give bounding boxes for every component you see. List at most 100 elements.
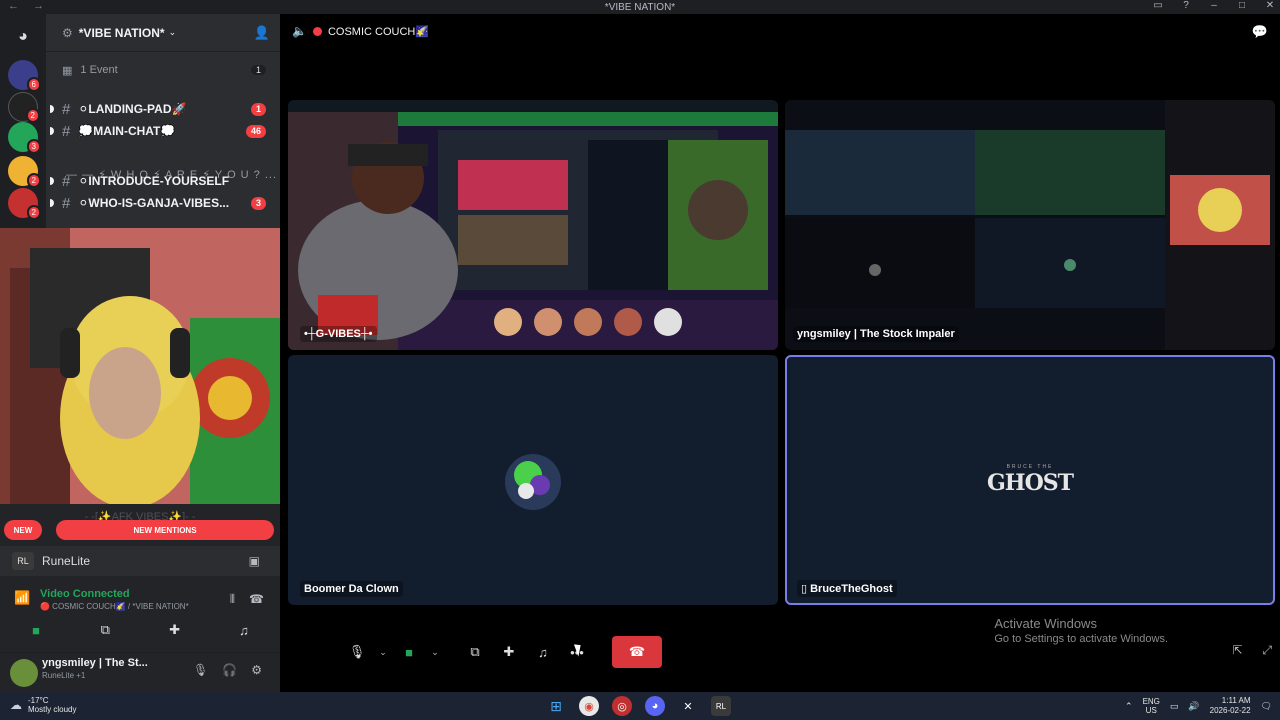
chrome-icon[interactable]: ◉ xyxy=(579,696,599,716)
volume-icon[interactable]: 🔊 xyxy=(1188,701,1199,712)
windows-taskbar: ☁ -17°C Mostly cloudy ⊞ ◉ ◎ ◕ ✕ RL ⌃ ENG… xyxy=(0,692,1280,720)
app-icon-red[interactable]: ◎ xyxy=(612,696,632,716)
channel-who-is-ganja-vibes[interactable]: # ⚪WHO-IS-GANJA-VIBES... 3 xyxy=(46,192,280,214)
soundboard-icon[interactable]: ♫ xyxy=(216,618,272,642)
server-icon-5[interactable]: 2 xyxy=(8,188,41,220)
microphone-icon[interactable]: 🎙 xyxy=(340,636,374,668)
mobile-icon: ▯ xyxy=(801,583,811,595)
participant-tile-bruce[interactable]: BRUCE THE GHOST ▯ BruceTheGhost xyxy=(785,355,1275,605)
channel-introduce-yourself[interactable]: # ⚪INTRODUCE-YOURSELF xyxy=(46,170,280,192)
voice-channel-path[interactable]: 🔴 COSMIC COUCH🌠 / *VIBE NATION* xyxy=(40,602,189,611)
notification-icon[interactable]: 🗨 xyxy=(1261,701,1272,712)
weather-widget[interactable]: ☁ -17°C Mostly cloudy xyxy=(10,696,76,714)
threads-icon[interactable]: 💬 xyxy=(1252,24,1268,40)
taskbar-apps: ⊞ ◉ ◎ ◕ ✕ RL xyxy=(546,696,731,716)
popout-icon[interactable]: ⇱ xyxy=(1232,643,1242,658)
mention-badge: 1 xyxy=(250,102,266,116)
screen-share-icon[interactable]: ⧉ xyxy=(458,636,492,668)
unread-indicator xyxy=(50,199,54,207)
discord-home-icon[interactable]: ◕ xyxy=(8,22,38,52)
server-rail: ◕ 6 2 3 2 2 xyxy=(0,14,46,228)
hash-icon: # xyxy=(62,194,71,212)
channel-name: ⚪INTRODUCE-YOURSELF xyxy=(78,174,230,188)
voice-status[interactable]: Video Connected xyxy=(40,588,130,600)
avatar[interactable] xyxy=(10,659,38,687)
speaker-icon: 🔈 xyxy=(292,24,307,38)
activation-line-1: Activate Windows xyxy=(994,616,1097,631)
disconnect-button[interactable]: ☎ xyxy=(612,636,662,668)
camera-icon[interactable]: ■ xyxy=(392,636,426,668)
user-panel: yngsmiley | The St... RuneLite +1 🎙 🎧 ⚙ xyxy=(0,652,280,692)
windows-start-icon[interactable]: ⊞ xyxy=(546,696,566,716)
calendar-icon: ▦ xyxy=(62,64,73,77)
stream-icon[interactable]: ▣ xyxy=(249,554,260,568)
discord-taskbar-icon[interactable]: ◕ xyxy=(645,696,665,716)
server-badge: 6 xyxy=(26,77,41,92)
server-icon-3[interactable]: 3 xyxy=(8,122,41,154)
activities-icon[interactable]: ✚ xyxy=(147,618,203,642)
user-name[interactable]: yngsmiley | The St... xyxy=(42,657,148,669)
new-unreads-pill[interactable]: NEW xyxy=(4,520,42,540)
call-controls: 🎙 ⌄ ■ ⌄ ⧉ ✚ ♫ ••• ☎ xyxy=(340,636,662,668)
noise-suppression-icon[interactable]: ⦀ xyxy=(230,592,235,607)
events-row[interactable]: ▦ 1 Event 1 xyxy=(46,60,280,80)
runelite-icon: RL xyxy=(12,552,34,570)
headphones-icon[interactable]: 🎧 xyxy=(222,663,237,677)
server-icon-4[interactable]: 2 xyxy=(8,156,41,188)
live-dot-icon xyxy=(312,26,322,36)
inbox-icon[interactable]: ▭ xyxy=(1152,0,1164,11)
hash-icon: # xyxy=(62,100,71,118)
system-tray: ⌃ ENG US ▭ 🔊 1:11 AM 2026-02-22 🗨 xyxy=(1125,696,1272,716)
server-header[interactable]: ⚙ *VIBE NATION* ⌄ 👤 xyxy=(46,14,280,52)
x-app-icon[interactable]: ✕ xyxy=(678,696,698,716)
new-mentions-pill[interactable]: NEW MENTIONS xyxy=(56,520,274,540)
voice-panel-actions: ⦀ ☎ xyxy=(230,592,264,607)
activation-line-2: Go to Settings to activate Windows. xyxy=(994,633,1168,645)
user-controls: 🎙 🎧 ⚙ xyxy=(193,663,262,677)
activities-icon[interactable]: ✚ xyxy=(492,636,526,668)
chevron-up-icon[interactable]: ⌃ xyxy=(1125,701,1133,712)
invite-people-icon[interactable]: 👤 xyxy=(254,25,270,41)
soundboard-icon[interactable]: ♫ xyxy=(526,636,560,668)
channel-main-chat[interactable]: # 💭MAIN-CHAT💭 46 xyxy=(46,120,280,142)
fullscreen-icon[interactable]: ⤢ xyxy=(1262,643,1272,658)
server-icon-2[interactable]: 2 xyxy=(8,92,40,123)
server-badge: 3 xyxy=(26,139,41,154)
clock[interactable]: 1:11 AM 2026-02-22 xyxy=(1210,696,1251,716)
unread-indicator xyxy=(50,105,54,113)
disconnect-icon[interactable]: ☎ xyxy=(249,592,264,607)
stream-tile-g-vibes[interactable]: •┼G-VIBES┼• xyxy=(288,100,778,350)
mic-group: 🎙 ⌄ xyxy=(340,636,392,668)
help-icon[interactable]: ? xyxy=(1180,0,1192,11)
stage-header: 🔈 COSMIC COUCH🌠 xyxy=(292,24,429,38)
stream-tile-stock-impaler[interactable]: yngsmiley | The Stock Impaler xyxy=(785,100,1275,350)
language-indicator[interactable]: ENG US xyxy=(1143,697,1160,715)
voice-stage: 🔈 COSMIC COUCH🌠 💬 •┼G-VIBES┼• yngsmiley … xyxy=(280,14,1280,692)
hash-icon: # xyxy=(62,122,71,140)
close-icon[interactable]: ✕ xyxy=(1264,0,1276,11)
settings-gear-icon[interactable]: ⚙ xyxy=(251,663,262,677)
participant-name: Boomer Da Clown xyxy=(300,581,403,597)
chevron-down-icon[interactable]: ⌄ xyxy=(374,636,392,668)
ghost-logo-text: GHOST xyxy=(987,470,1074,496)
video-icon[interactable]: ■ xyxy=(8,618,64,642)
channel-name: 💭MAIN-CHAT💭 xyxy=(78,124,176,138)
screen-share-icon[interactable]: ⧉ xyxy=(77,618,133,642)
webcam-feed-image xyxy=(0,228,282,504)
events-label: 1 Event xyxy=(80,64,118,76)
channel-landing-pad[interactable]: # ⚪LANDING-PAD🚀 1 xyxy=(46,98,280,120)
maximize-icon[interactable]: □ xyxy=(1236,0,1248,11)
window-controls: ▭ ? – □ ✕ xyxy=(1152,0,1276,11)
signal-icon[interactable]: 📶 xyxy=(14,590,30,606)
minimize-icon[interactable]: – xyxy=(1208,0,1220,11)
activity-row[interactable]: RL RuneLite ▣ xyxy=(0,546,280,576)
runelite-taskbar-icon[interactable]: RL xyxy=(711,696,731,716)
chevron-down-icon[interactable]: ⌄ xyxy=(426,636,444,668)
channel-name: ⚪LANDING-PAD🚀 xyxy=(78,102,187,116)
clock-time: 1:11 AM xyxy=(1221,696,1251,705)
network-icon[interactable]: ▭ xyxy=(1170,701,1179,712)
events-count: 1 xyxy=(250,65,266,75)
server-icon-1[interactable]: 6 xyxy=(8,60,41,92)
microphone-icon[interactable]: 🎙 xyxy=(193,663,208,677)
participant-tile-boomer[interactable]: Boomer Da Clown xyxy=(288,355,778,605)
